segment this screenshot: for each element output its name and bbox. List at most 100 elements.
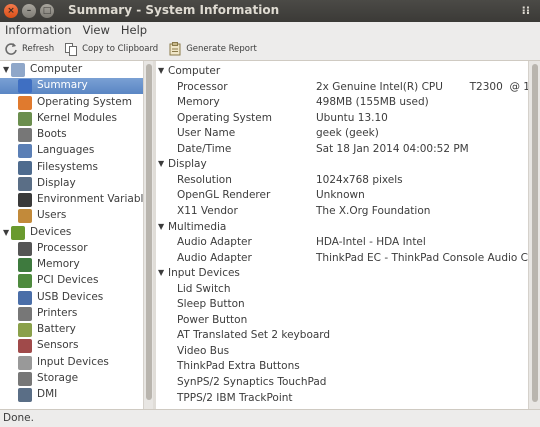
sidebar-item-devices[interactable]: ▼ Devices: [0, 225, 143, 241]
detail-row: Audio Adapter ThinkPad EC - ThinkPad Cons…: [156, 250, 528, 266]
dmi-icon: [18, 388, 32, 402]
section-header: ▼ Multimedia: [156, 219, 528, 235]
detail-key: Processor: [177, 80, 228, 93]
sidebar-item-label: Memory: [37, 258, 80, 270]
sidebar-item-display[interactable]: Display: [0, 176, 143, 192]
detail-key: X11 Vendor: [177, 204, 238, 217]
devices-icon: [11, 225, 25, 240]
sidebar-item-label: PCI Devices: [37, 274, 99, 287]
sidebar-item-label: Computer: [30, 63, 83, 75]
sidebar-item-operating-system[interactable]: Operating System: [0, 95, 143, 111]
sidebar-item-label: Battery: [37, 323, 76, 335]
sidebar-item-label: Input Devices: [37, 355, 109, 368]
sidebar-item-boots[interactable]: Boots: [0, 127, 143, 143]
sidebar-item-computer[interactable]: ▼ Computer: [0, 62, 143, 78]
detail-row: Operating System Ubuntu 13.10: [156, 110, 528, 126]
detail-key: Audio Adapter: [177, 251, 252, 264]
menu-information[interactable]: Information: [0, 23, 78, 37]
copy-to-clipboard-button[interactable]: Copy to Clipboard: [64, 42, 158, 56]
title-bar: × – □ Summary - System Information ⁝⁝: [0, 0, 540, 22]
detail-row: ThinkPad Extra Buttons: [156, 358, 528, 374]
detail-value: ThinkPad EC - ThinkPad Console Audio Con…: [316, 251, 528, 264]
display-icon: [18, 176, 32, 191]
detail-row: Video Bus: [156, 343, 528, 359]
minimize-window-button[interactable]: –: [22, 4, 36, 18]
sidebar-item-label: Environment Variables: [37, 193, 143, 205]
sidebar-item-pci-devices[interactable]: PCI Devices: [0, 273, 143, 289]
report-icon: [168, 42, 182, 56]
sidebar-item-label: Summary: [37, 79, 88, 92]
os-icon: [18, 95, 32, 110]
sensors-icon: [18, 339, 32, 354]
expander-icon[interactable]: ▼: [3, 228, 11, 237]
sidebar-item-label: USB Devices: [37, 290, 104, 303]
sidebar-item-label: Filesystems: [37, 160, 99, 173]
details-scrollbar[interactable]: [528, 61, 540, 409]
detail-key: Date/Time: [177, 142, 232, 155]
detail-value: 1024x768 pixels: [316, 173, 403, 186]
storage-icon: [18, 371, 32, 386]
detail-row: SynPS/2 Synaptics TouchPad: [156, 374, 528, 390]
input-devices-icon: [18, 355, 32, 370]
window-menu-icon[interactable]: ⁝⁝: [522, 4, 530, 17]
maximize-window-button[interactable]: □: [40, 4, 54, 18]
detail-row: OpenGL Renderer Unknown: [156, 187, 528, 203]
sidebar-item-summary[interactable]: Summary: [0, 78, 143, 95]
detail-key: TPPS/2 IBM TrackPoint: [177, 391, 293, 404]
refresh-icon: [4, 42, 18, 56]
detail-value: Ubuntu 13.10: [316, 111, 388, 124]
copy-icon: [64, 42, 78, 56]
details-panel: ▼ Computer Processor 2x Genuine Intel(R) CP…: [156, 61, 528, 409]
sidebar-item-label: Operating System: [37, 95, 132, 108]
detail-key: Operating System: [177, 111, 272, 124]
section-label: Computer: [168, 65, 221, 77]
sidebar-scroll-thumb[interactable]: [146, 64, 152, 400]
sidebar-item-usb-devices[interactable]: USB Devices: [0, 290, 143, 306]
close-window-button[interactable]: ×: [4, 4, 18, 18]
collapse-triangle-icon[interactable]: ▼: [158, 66, 164, 75]
sidebar-item-storage[interactable]: Storage: [0, 371, 143, 387]
sidebar-item-battery[interactable]: Battery: [0, 322, 143, 338]
detail-row: Date/Time Sat 18 Jan 2014 04:00:52 PM: [156, 141, 528, 157]
refresh-button[interactable]: Refresh: [4, 42, 54, 56]
sidebar-item-users[interactable]: Users: [0, 208, 143, 224]
detail-value: 2x Genuine Intel(R) CPU T2300 @ 1.66GHz: [316, 80, 528, 93]
menu-view[interactable]: View: [78, 23, 116, 37]
detail-key: SynPS/2 Synaptics TouchPad: [177, 376, 327, 388]
copy-label: Copy to Clipboard: [82, 44, 159, 54]
printers-icon: [18, 306, 32, 321]
sidebar-item-printers[interactable]: Printers: [0, 306, 143, 322]
memory-icon: [18, 258, 32, 272]
info-icon: [18, 79, 32, 94]
sidebar-item-memory[interactable]: Memory: [0, 257, 143, 273]
sidebar-item-dmi[interactable]: DMI: [0, 387, 143, 403]
sidebar-item-languages[interactable]: Languages: [0, 143, 143, 159]
detail-key: Resolution: [177, 173, 232, 186]
sidebar-item-filesystems[interactable]: Filesystems: [0, 160, 143, 176]
status-bar: Done.: [0, 409, 540, 427]
status-text: Done.: [3, 412, 34, 424]
sidebar-item-sensors[interactable]: Sensors: [0, 338, 143, 354]
environment-icon: [18, 193, 32, 207]
generate-report-button[interactable]: Generate Report: [168, 42, 257, 56]
sidebar-item-label: Storage: [37, 371, 79, 384]
detail-row: TPPS/2 IBM TrackPoint: [156, 390, 528, 406]
detail-value: geek (geek): [316, 127, 379, 140]
sidebar-item-processor[interactable]: Processor: [0, 241, 143, 257]
collapse-triangle-icon[interactable]: ▼: [158, 159, 164, 168]
expander-icon[interactable]: ▼: [3, 65, 11, 74]
sidebar-item-label: Boots: [37, 128, 67, 140]
sidebar-item-input-devices[interactable]: Input Devices: [0, 355, 143, 371]
sidebar-item-label: Kernel Modules: [37, 111, 117, 124]
section-header: ▼ Display: [156, 156, 528, 172]
sidebar-tree: ▼ Computer Summary Operating System Kernel M…: [0, 61, 143, 409]
details-scroll-thumb[interactable]: [532, 64, 538, 402]
sidebar-item-kernel-modules[interactable]: Kernel Modules: [0, 111, 143, 127]
sidebar-item-label: DMI: [37, 388, 58, 400]
collapse-triangle-icon[interactable]: ▼: [158, 268, 164, 277]
collapse-triangle-icon[interactable]: ▼: [158, 222, 164, 231]
section-label: Input Devices: [168, 267, 240, 280]
sidebar-item-environment-variables[interactable]: Environment Variables: [0, 192, 143, 208]
detail-key: User Name: [177, 127, 236, 140]
menu-help[interactable]: Help: [116, 23, 153, 37]
